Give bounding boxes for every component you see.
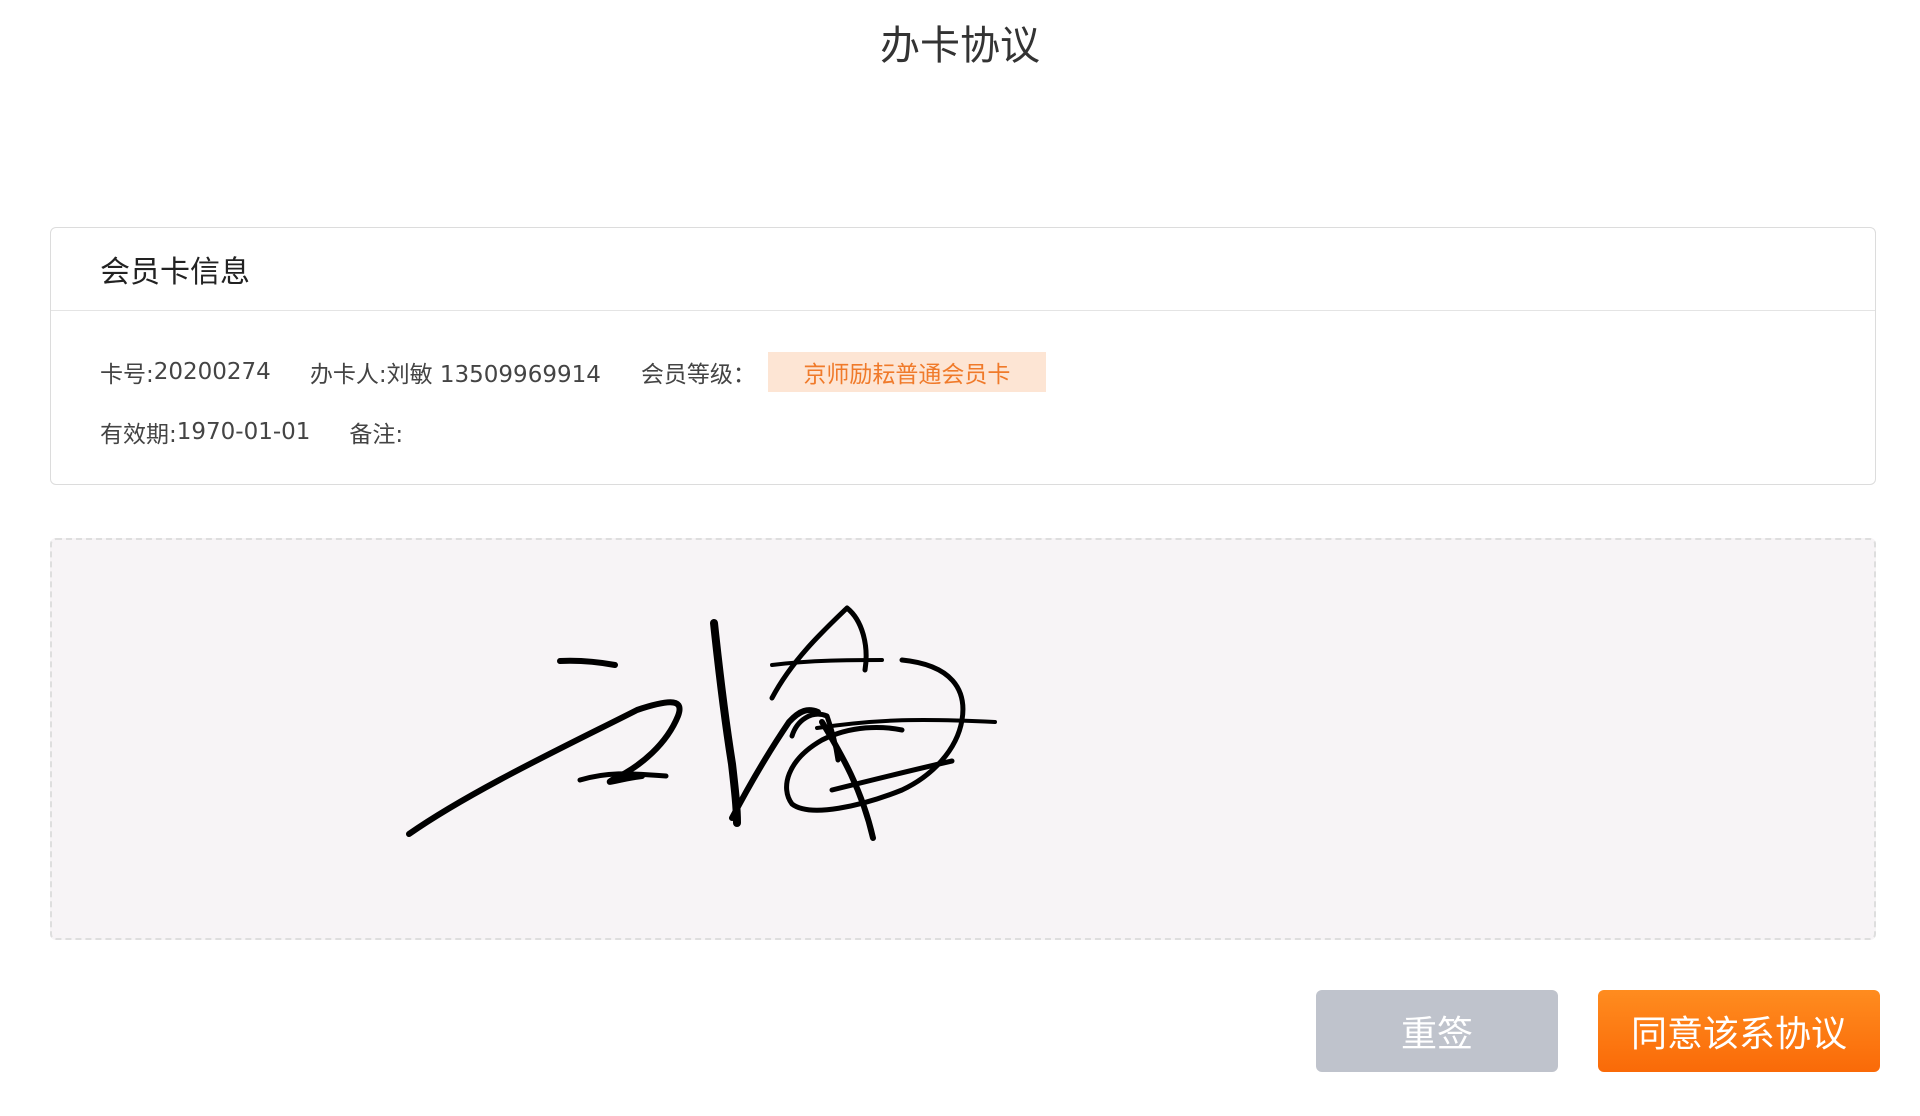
validity-value: 1970-01-01 (176, 419, 311, 445)
remark-label: 备注: (349, 422, 404, 448)
info-row-primary: 卡号: 20200274 办卡人: 刘敏 13509969914 会员等级： 京师励… (100, 352, 1046, 392)
holder-value: 刘敏 13509969914 (386, 362, 601, 388)
page-title: 办卡协议 (880, 23, 1040, 69)
info-row-secondary: 有效期: 1970-01-01 备注: (100, 412, 403, 452)
card-number-field: 卡号: 20200274 (100, 355, 271, 389)
member-level-field: 会员等级： 京师励耘普通会员卡 (641, 352, 1046, 392)
handwritten-signature (406, 605, 997, 841)
card-number-value: 20200274 (153, 359, 271, 385)
agree-agreement-button[interactable]: 同意该系协议 (1598, 990, 1880, 1072)
holder-field: 办卡人: 刘敏 13509969914 (310, 355, 601, 389)
panel-body: 卡号: 20200274 办卡人: 刘敏 13509969914 会员等级： 京师励… (51, 311, 1875, 485)
resign-button[interactable]: 重签 (1316, 990, 1558, 1072)
member-card-info-panel: 会员卡信息 卡号: 20200274 办卡人: 刘敏 13509969914 会员等… (50, 227, 1876, 485)
signature-pad[interactable] (50, 538, 1876, 940)
panel-header: 会员卡信息 (51, 228, 1875, 311)
remark-field: 备注: (349, 415, 403, 449)
validity-field: 有效期: 1970-01-01 (100, 415, 310, 449)
card-agreement-page: 办卡协议 会员卡信息 卡号: 20200274 办卡人: 刘敏 1350996991… (0, 0, 1920, 1116)
validity-label: 有效期: (100, 422, 177, 448)
member-level-badge: 京师励耘普通会员卡 (767, 352, 1046, 392)
member-level-label: 会员等级： (640, 362, 756, 388)
card-number-label: 卡号: (100, 362, 154, 388)
holder-label: 办卡人: (309, 362, 387, 388)
